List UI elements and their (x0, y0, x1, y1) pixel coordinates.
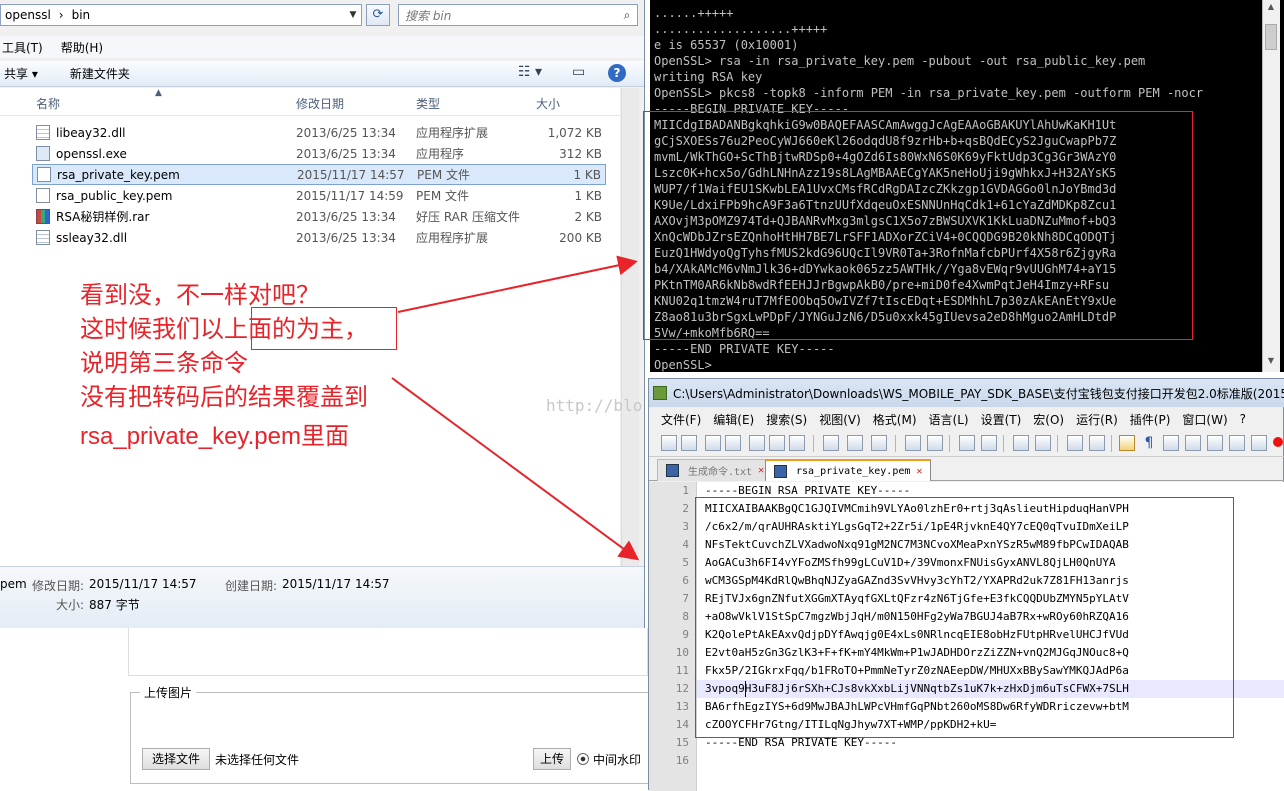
annotation-arrows (391, 255, 640, 561)
arrow-to-editor-key (391, 377, 640, 561)
arrow-to-console-key (397, 255, 638, 313)
